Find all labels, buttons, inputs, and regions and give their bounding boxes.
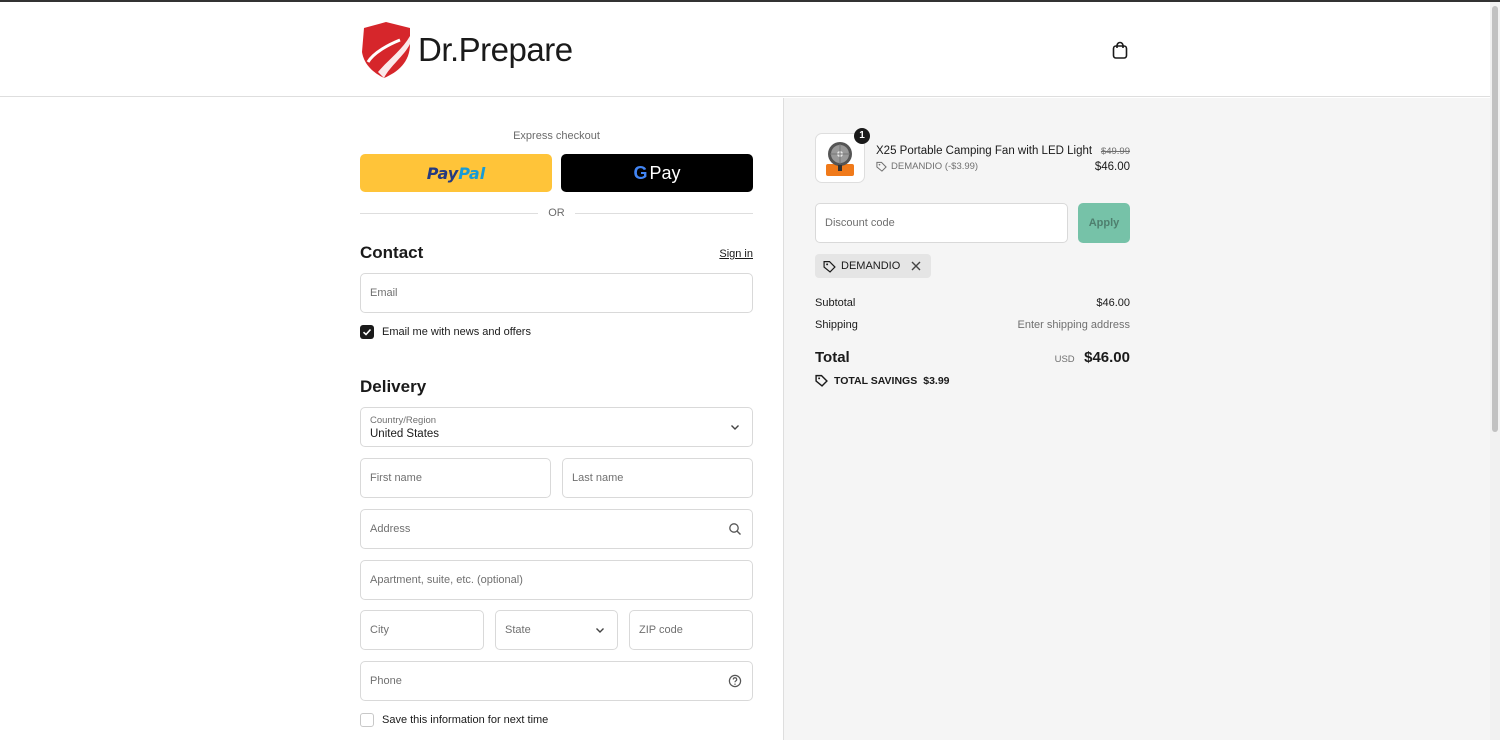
- order-summary-column: 1 X25 Portable Camping Fan with LED Ligh…: [783, 98, 1490, 740]
- applied-discount-code: DEMANDIO: [841, 260, 901, 272]
- apartment-field[interactable]: Apartment, suite, etc. (optional): [360, 560, 753, 600]
- email-field[interactable]: Email: [360, 273, 753, 313]
- total-row: Total USD $46.00: [815, 349, 1130, 367]
- city-field[interactable]: City: [360, 610, 484, 650]
- address-field[interactable]: Address: [360, 509, 753, 549]
- chevron-down-icon: [596, 628, 604, 633]
- last-name-placeholder: Last name: [572, 472, 624, 484]
- first-name-placeholder: First name: [370, 472, 422, 484]
- tag-icon: [876, 161, 887, 172]
- brand-logo[interactable]: Dr.Prepare: [360, 22, 573, 78]
- state-placeholder: State: [505, 624, 531, 636]
- apartment-placeholder: Apartment, suite, etc. (optional): [370, 574, 523, 586]
- subtotal-label: Subtotal: [815, 297, 856, 309]
- product-name: X25 Portable Camping Fan with LED Light: [876, 145, 1093, 157]
- site-header: Dr.Prepare: [0, 2, 1490, 97]
- subtotal-value: $46.00: [1096, 297, 1130, 309]
- save-info-label: Save this information for next time: [382, 714, 549, 726]
- product-original-price: $49.99: [1100, 146, 1130, 157]
- total-value: $46.00: [1084, 349, 1130, 366]
- discount-code-placeholder: Discount code: [825, 217, 895, 229]
- checkmark-icon: [362, 328, 372, 336]
- city-placeholder: City: [370, 624, 389, 636]
- shipping-label: Shipping: [815, 319, 858, 331]
- sign-in-link[interactable]: Sign in: [700, 248, 753, 260]
- express-checkout-label: Express checkout: [513, 130, 600, 142]
- savings-label: TOTAL SAVINGS: [834, 374, 918, 387]
- close-icon[interactable]: [909, 259, 923, 273]
- tag-icon: [823, 260, 836, 273]
- contact-title: Contact: [360, 243, 424, 262]
- brand-name: Dr.Prepare: [418, 31, 573, 68]
- help-icon[interactable]: [728, 674, 742, 688]
- paypal-label-part2: Pal: [458, 163, 486, 183]
- google-pay-button[interactable]: G Pay: [561, 154, 753, 192]
- search-icon: [729, 523, 741, 535]
- shopping-bag-icon[interactable]: [1110, 40, 1130, 60]
- google-pay-label: Pay: [649, 162, 681, 183]
- paypal-button[interactable]: Pay Pal: [360, 154, 552, 192]
- divider-line: [574, 212, 753, 214]
- product-price: $46.00: [1094, 161, 1130, 173]
- save-info-option[interactable]: Save this information for next time: [360, 713, 548, 727]
- discount-code-input[interactable]: Discount code: [815, 203, 1068, 243]
- address-placeholder: Address: [370, 523, 411, 535]
- news-checkbox[interactable]: [360, 325, 374, 339]
- last-name-field[interactable]: Last name: [562, 458, 753, 498]
- shipping-value: Enter shipping address: [1017, 319, 1130, 331]
- product-thumbnail: 1: [815, 128, 870, 183]
- checkout-form-column: Express checkout Pay Pal G Pay OR Contact…: [0, 98, 783, 740]
- total-label: Total: [815, 349, 850, 366]
- quantity-badge: 1: [854, 128, 870, 144]
- email-placeholder: Email: [370, 287, 398, 299]
- save-info-checkbox[interactable]: [360, 713, 374, 727]
- savings-value: $3.99: [923, 374, 950, 387]
- or-divider: OR: [360, 206, 753, 220]
- page-scrollbar[interactable]: [1490, 2, 1500, 740]
- apply-discount-button[interactable]: Apply: [1078, 203, 1130, 243]
- state-select[interactable]: State: [495, 610, 618, 650]
- applied-discount-tag: DEMANDIO: [815, 254, 932, 278]
- currency-code: USD: [1054, 354, 1075, 365]
- zip-placeholder: ZIP code: [639, 624, 683, 636]
- google-g-icon: G: [633, 162, 648, 183]
- or-text: OR: [548, 207, 565, 219]
- first-name-field[interactable]: First name: [360, 458, 551, 498]
- zip-field[interactable]: ZIP code: [629, 610, 753, 650]
- subtotal-row: Subtotal $46.00: [815, 297, 1130, 309]
- phone-placeholder: Phone: [370, 675, 402, 687]
- shipping-row: Shipping Enter shipping address: [815, 319, 1130, 331]
- tag-icon: [815, 374, 828, 387]
- total-savings: TOTAL SAVINGS $3.99: [815, 374, 950, 387]
- product-discount-text: DEMANDIO (-$3.99): [891, 161, 979, 172]
- product-discount: DEMANDIO (-$3.99): [876, 161, 978, 172]
- phone-field[interactable]: Phone: [360, 661, 753, 701]
- divider-line: [360, 212, 539, 214]
- news-label: Email me with news and offers: [382, 326, 531, 338]
- brand-shield-icon: [362, 22, 410, 78]
- country-select[interactable]: Country/Region United States: [360, 407, 753, 447]
- chevron-down-icon: [731, 425, 739, 430]
- delivery-title: Delivery: [360, 377, 427, 396]
- paypal-label-part1: Pay: [426, 163, 459, 183]
- news-opt-in[interactable]: Email me with news and offers: [360, 325, 531, 339]
- country-label: Country/Region: [370, 415, 437, 426]
- country-value: United States: [370, 428, 440, 440]
- scrollbar-thumb[interactable]: [1492, 6, 1498, 432]
